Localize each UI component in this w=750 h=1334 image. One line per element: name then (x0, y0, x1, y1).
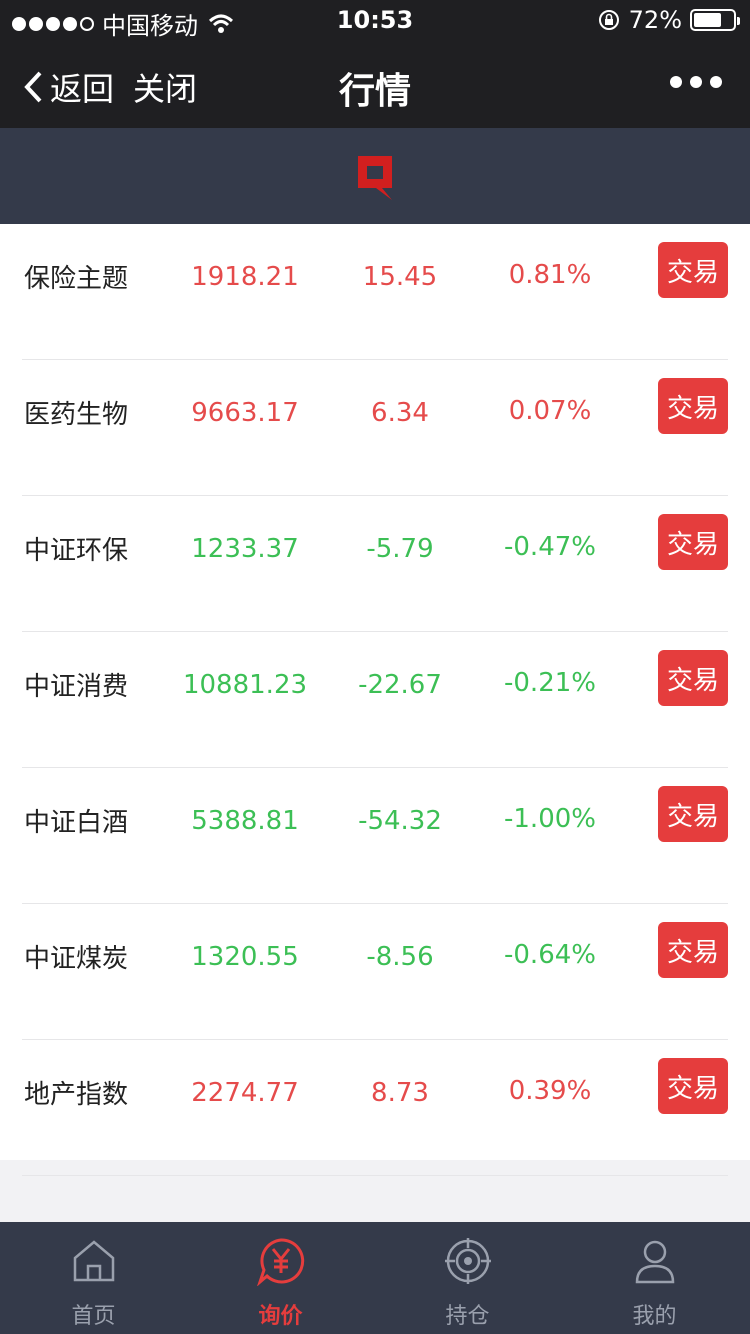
market-list: 保险主题 1918.21 15.45 0.81% 交易 医药生物 9663.17 6.34 0.… (0, 224, 750, 1176)
index-price: 10881.23 (182, 670, 308, 700)
yuan-quote-icon (256, 1238, 304, 1286)
index-name: 中证煤炭 (24, 944, 129, 974)
trade-button[interactable]: 交易 (658, 922, 728, 978)
nav-bar: 返回 关闭 行情 (0, 40, 750, 128)
target-icon (444, 1238, 491, 1284)
index-change: -8.56 (366, 942, 434, 972)
trade-button[interactable]: 交易 (658, 514, 728, 570)
market-row: 中证环保 1233.37 -5.79 -0.47% 交易 (0, 496, 750, 632)
tab-bar: 首页 询价 持仓 我的 (0, 1222, 750, 1334)
trade-button[interactable]: 交易 (658, 786, 728, 842)
index-name: 医药生物 (24, 400, 129, 430)
trade-button[interactable]: 交易 (658, 1058, 728, 1114)
rotation-lock-icon (598, 10, 619, 30)
logo (358, 156, 392, 200)
index-price: 1320.55 (191, 942, 299, 972)
index-change-percent: 0.81% (508, 260, 592, 290)
market-row: 保险主题 1918.21 15.45 0.81% 交易 (0, 224, 750, 360)
home-icon (73, 1240, 114, 1282)
index-change-percent: -1.00% (504, 804, 596, 834)
row-divider (22, 1175, 728, 1176)
market-row: 地产指数 2274.77 8.73 0.39% 交易 (0, 1040, 750, 1176)
more-menu-icon[interactable] (670, 76, 722, 88)
index-change: 15.45 (362, 262, 438, 292)
index-change: -5.79 (366, 534, 434, 564)
page-title: 行情 (338, 71, 411, 112)
tab-quote[interactable]: 询价 (187, 1222, 374, 1334)
tab-home[interactable]: 首页 (0, 1222, 187, 1334)
index-change-percent: 0.39% (508, 1076, 592, 1106)
index-price: 2274.77 (191, 1078, 299, 1108)
market-row: 中证消费 10881.23 -22.67 -0.21% 交易 (0, 632, 750, 768)
brand-banner (0, 128, 750, 224)
index-change-percent: 0.07% (508, 396, 592, 426)
market-row: 医药生物 9663.17 6.34 0.07% 交易 (0, 360, 750, 496)
tab-mine[interactable]: 我的 (561, 1222, 748, 1334)
index-name: 中证环保 (24, 536, 129, 566)
index-change: 8.73 (371, 1078, 429, 1108)
status-bar: 中国移动 10:53 72% (0, 0, 750, 40)
index-name: 中证消费 (24, 672, 129, 702)
index-name: 地产指数 (24, 1080, 129, 1110)
index-price: 1918.21 (191, 262, 299, 292)
tab-home-label: 首页 (71, 1304, 116, 1329)
battery-icon (690, 9, 740, 31)
index-change-percent: -0.64% (504, 940, 596, 970)
index-name: 中证白酒 (24, 808, 129, 838)
trade-button[interactable]: 交易 (658, 242, 728, 298)
index-change: -22.67 (358, 670, 442, 700)
index-price: 5388.81 (191, 806, 299, 836)
tab-position-label: 持仓 (445, 1304, 490, 1329)
index-change-percent: -0.47% (504, 532, 596, 562)
trade-button[interactable]: 交易 (658, 650, 728, 706)
index-change: 6.34 (371, 398, 429, 428)
index-price: 1233.37 (191, 534, 299, 564)
market-row: 中证白酒 5388.81 -54.32 -1.00% 交易 (0, 768, 750, 904)
index-name: 保险主题 (24, 264, 129, 294)
tab-quote-label: 询价 (258, 1304, 303, 1329)
index-change-percent: -0.21% (504, 668, 596, 698)
trade-button[interactable]: 交易 (658, 378, 728, 434)
tab-mine-label: 我的 (632, 1304, 677, 1329)
index-price: 9663.17 (191, 398, 299, 428)
index-change: -54.32 (358, 806, 442, 836)
battery-percent: 72% (628, 6, 682, 34)
user-icon (635, 1240, 674, 1284)
market-row: 中证煤炭 1320.55 -8.56 -0.64% 交易 (0, 904, 750, 1040)
status-right: 72% (597, 6, 740, 34)
tab-position[interactable]: 持仓 (374, 1222, 561, 1334)
